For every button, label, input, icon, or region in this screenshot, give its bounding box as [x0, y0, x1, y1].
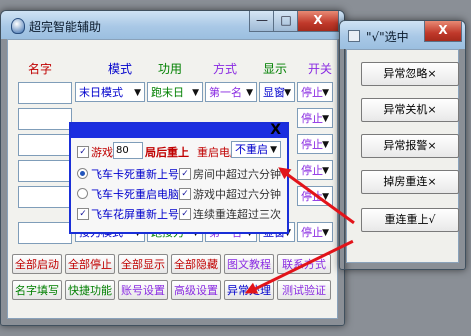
main-window: 超完智能辅助 — □ X 名字 模式 功用 方式 显示 开关 末日模式 ▼ 跑末日… [0, 10, 345, 326]
side-close-button[interactable]: X [424, 21, 462, 42]
checkbox-right-1[interactable]: ✓ [179, 168, 191, 180]
reboot-value: 不重启 [235, 143, 268, 156]
game-checkbox[interactable]: ✓ [77, 146, 89, 158]
restart-after-label: 局后重上 [145, 146, 189, 159]
option-right-2: 游戏中超过六分钟 [193, 188, 281, 201]
side-title: "√"选中 [366, 30, 409, 44]
stop-all-button[interactable]: 全部停止 [65, 254, 115, 274]
ignore-exception-button[interactable]: 异常忽略× [361, 62, 459, 86]
switch-value: 停止 [301, 86, 323, 99]
name-input-6[interactable] [18, 222, 72, 244]
popup-title-bar[interactable] [71, 124, 287, 138]
switch-select-4[interactable]: 停止 ▼ [297, 160, 333, 180]
test-verify-button[interactable]: 测试验证 [277, 280, 331, 300]
header-method: 方式 [213, 62, 238, 76]
dropdown-arrow-icon: ▼ [322, 228, 329, 238]
dropdown-arrow-icon: ▼ [246, 88, 253, 98]
header-display: 显示 [263, 62, 288, 76]
switch-select-3[interactable]: 停止 ▼ [297, 134, 333, 154]
header-func: 功用 [158, 62, 183, 76]
close-button[interactable]: X [297, 11, 339, 32]
alarm-on-exception-button[interactable]: 异常报警× [361, 134, 459, 158]
reconnect-relogin-button[interactable]: 重连重上√ [361, 208, 459, 232]
header-name: 名字 [28, 62, 53, 76]
checkbox-right-3[interactable]: ✓ [179, 208, 191, 220]
name-fill-button[interactable]: 名字填写 [12, 280, 62, 300]
window-icon [348, 30, 360, 42]
minimize-button[interactable]: — [249, 11, 275, 32]
display-value: 显窗 [263, 86, 285, 99]
method-value: 第一名 [209, 86, 242, 99]
switch-value: 停止 [301, 112, 323, 125]
side-body: 异常忽略× 异常关机× 异常报警× 掉房重连× 重连重上√ [346, 49, 459, 263]
side-window: "√"选中 X 异常忽略× 异常关机× 异常报警× 掉房重连× 重连重上√ [339, 20, 466, 270]
switch-select-2[interactable]: 停止 ▼ [297, 108, 333, 128]
dropdown-arrow-icon: ▼ [322, 114, 329, 124]
option-left-1: 飞车卡死重新上号 [91, 168, 179, 181]
main-title: 超完智能辅助 [29, 20, 102, 34]
radio-option-2[interactable] [77, 188, 88, 199]
name-input-3[interactable] [18, 134, 72, 156]
start-all-button[interactable]: 全部启动 [12, 254, 62, 274]
name-input-2[interactable] [18, 108, 72, 130]
game-count-value: 80 [116, 145, 129, 156]
switch-value: 停止 [301, 164, 323, 177]
checkbox-right-2[interactable]: ✓ [179, 188, 191, 200]
radio-option-1[interactable] [77, 168, 88, 179]
popup-close-button[interactable]: X [270, 122, 281, 138]
dropdown-arrow-icon: ▼ [322, 140, 329, 150]
dropdown-arrow-icon: ▼ [284, 88, 291, 98]
game-count-input[interactable]: 80 [113, 142, 143, 159]
option-right-3: 连续重连超过三次 [193, 208, 281, 221]
maximize-button[interactable]: □ [273, 11, 299, 32]
reboot-select[interactable]: 不重启 ▼ [231, 141, 281, 158]
mode-select-1[interactable]: 末日模式 ▼ [75, 82, 145, 102]
method-select-1[interactable]: 第一名 ▼ [205, 82, 257, 102]
dropdown-arrow-icon: ▼ [134, 88, 141, 98]
display-select-1[interactable]: 显窗 ▼ [259, 82, 295, 102]
header-mode: 模式 [108, 62, 133, 76]
game-label: 游戏 [91, 146, 113, 159]
func-value: 跑末日 [151, 86, 184, 99]
func-select-1[interactable]: 跑末日 ▼ [147, 82, 203, 102]
switch-select-1[interactable]: 停止 ▼ [297, 82, 333, 102]
switch-value: 停止 [301, 226, 323, 239]
dropdown-arrow-icon: ▼ [322, 166, 329, 176]
app-icon [11, 18, 25, 34]
dropdown-arrow-icon: ▼ [270, 145, 277, 155]
exception-popup: X ✓ 游戏 80 局后重上 重启电脑: 不重启 ▼ 飞车卡死重新上号 飞车卡死重… [69, 122, 289, 234]
tutorial-button[interactable]: 图文教程 [224, 254, 274, 274]
shortcut-button[interactable]: 快捷功能 [65, 280, 115, 300]
switch-select-6[interactable]: 停止 ▼ [297, 222, 333, 242]
header-switch: 开关 [308, 62, 333, 76]
switch-value: 停止 [301, 138, 323, 151]
mode-value: 末日模式 [79, 86, 123, 99]
shutdown-on-exception-button[interactable]: 异常关机× [361, 98, 459, 122]
main-title-bar[interactable]: 超完智能辅助 — □ X [1, 11, 344, 39]
checkbox-option-3[interactable]: ✓ [77, 208, 89, 220]
show-all-button[interactable]: 全部显示 [118, 254, 168, 274]
side-title-bar[interactable]: "√"选中 X [340, 21, 465, 49]
name-input-4[interactable] [18, 160, 72, 182]
option-left-3: 飞车花屏重新上号 [91, 208, 179, 221]
reconnect-on-drop-button[interactable]: 掉房重连× [361, 170, 459, 194]
account-settings-button[interactable]: 账号设置 [118, 280, 168, 300]
advanced-settings-button[interactable]: 高级设置 [171, 280, 221, 300]
option-left-2: 飞车卡死重启电脑 [91, 188, 179, 201]
name-input-5[interactable] [18, 186, 72, 208]
hide-all-button[interactable]: 全部隐藏 [171, 254, 221, 274]
name-input-1[interactable] [18, 82, 72, 104]
option-right-1: 房间中超过六分钟 [193, 168, 281, 181]
dropdown-arrow-icon: ▼ [192, 88, 199, 98]
dropdown-arrow-icon: ▼ [322, 88, 329, 98]
